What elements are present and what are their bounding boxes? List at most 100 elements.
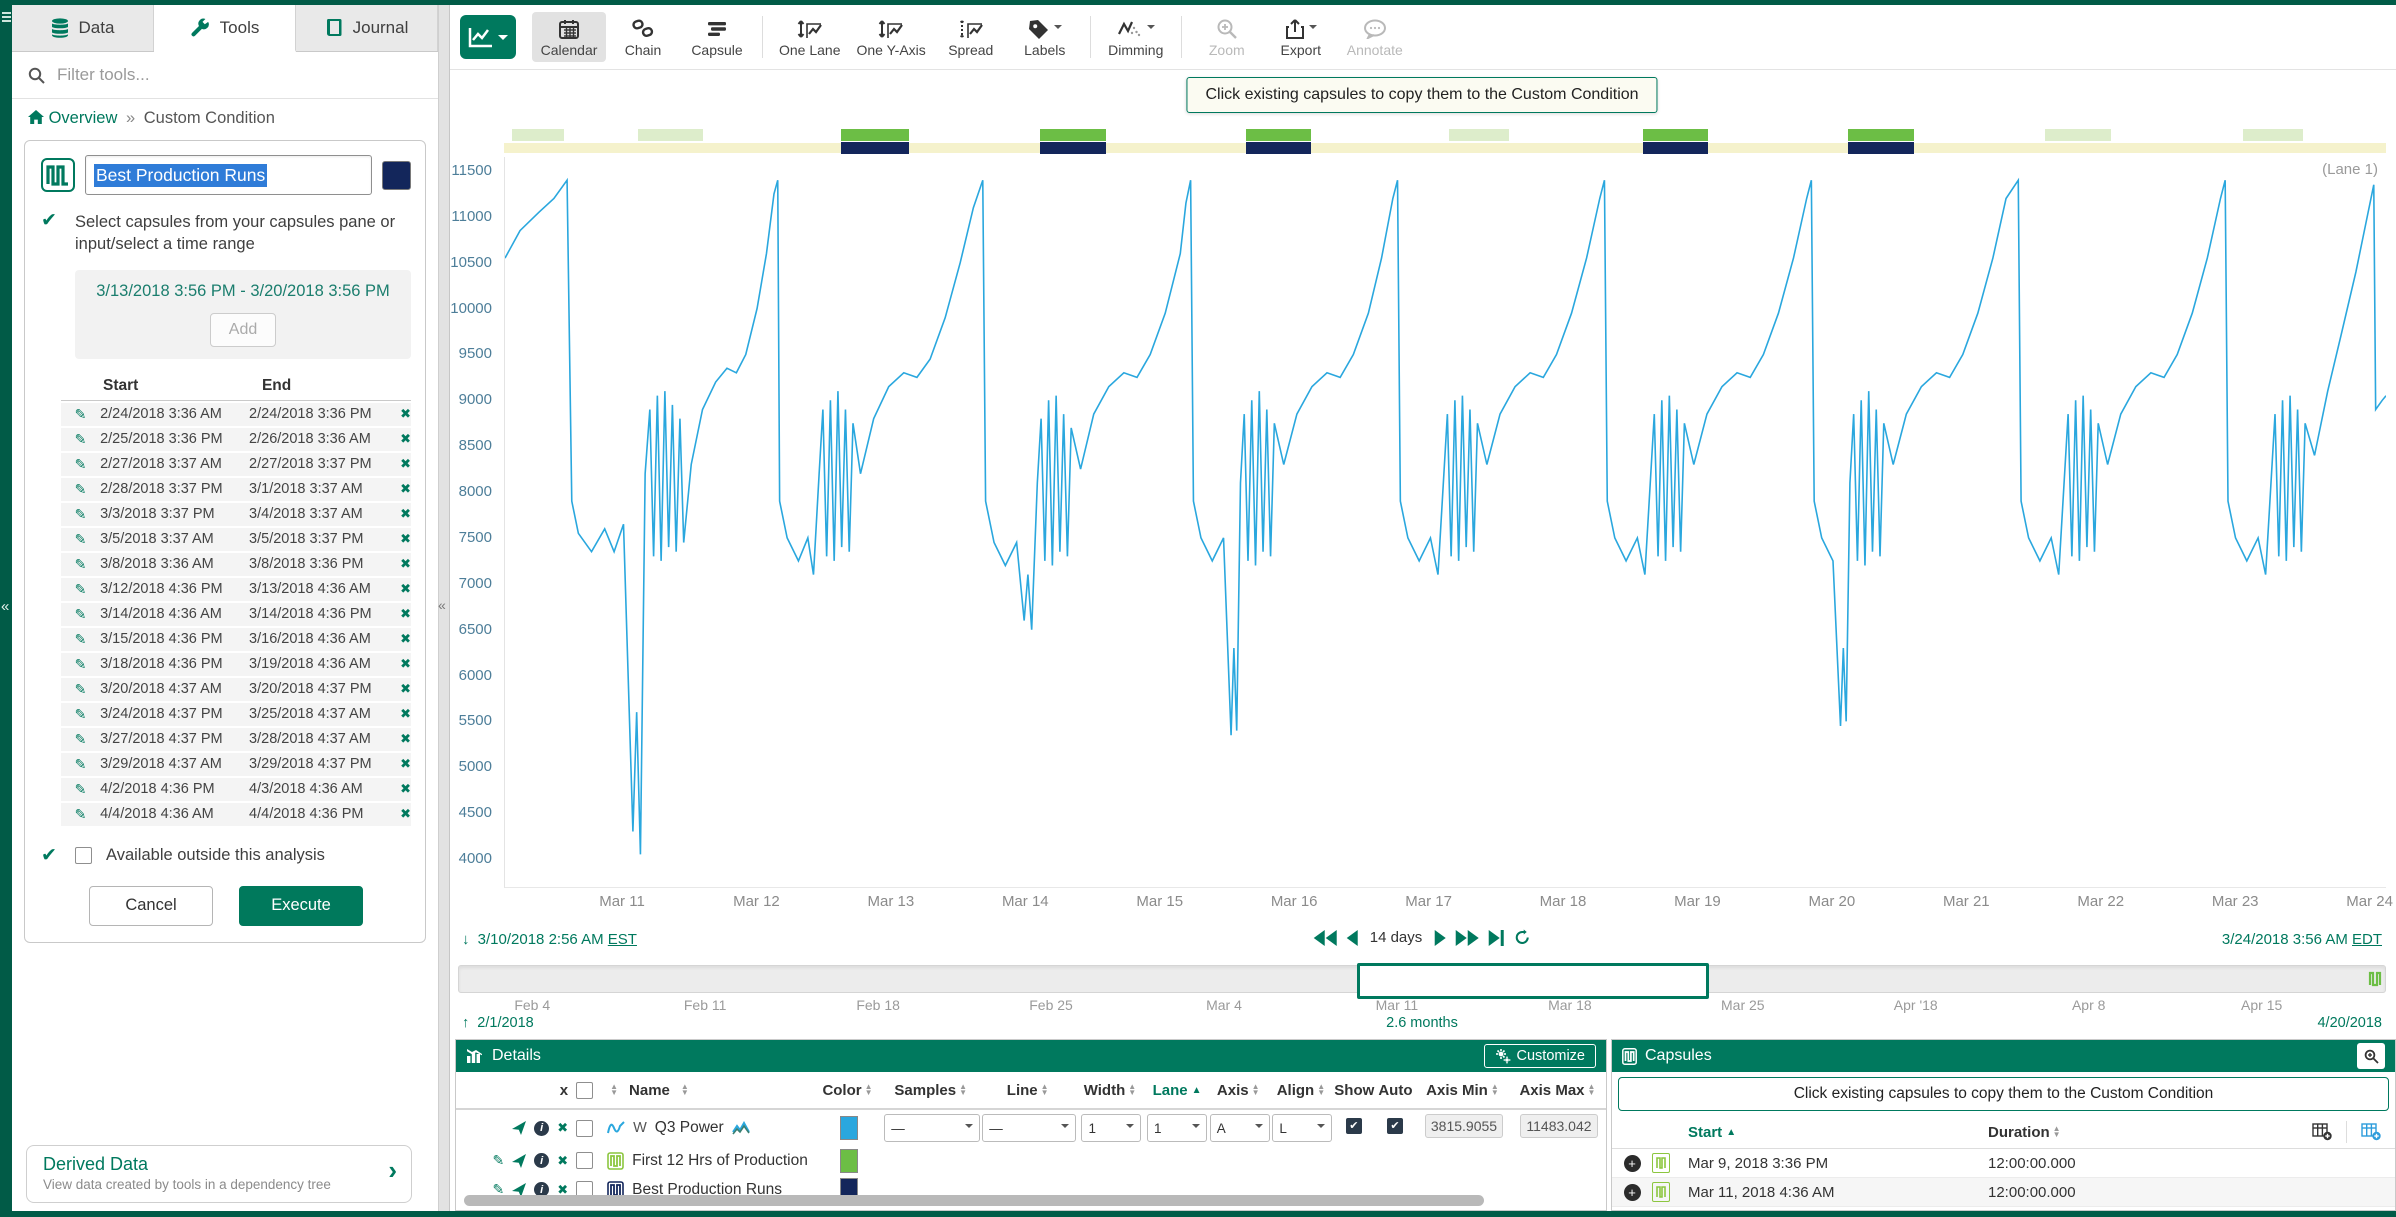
scrubber-selection-window[interactable] (1357, 963, 1710, 999)
edit-icon[interactable]: ✎ (61, 531, 100, 548)
remove-item-icon[interactable]: ✖ (557, 1153, 568, 1169)
edit-icon[interactable]: ✎ (492, 1152, 504, 1169)
delete-icon[interactable]: ✖ (389, 631, 411, 647)
column-width[interactable]: Width (1084, 1082, 1126, 1099)
capsule-segment-best[interactable] (1643, 129, 1709, 141)
edit-icon[interactable]: ✎ (61, 606, 100, 623)
investigate-duration[interactable]: 2.6 months (1386, 1015, 1458, 1031)
capsule-segment-dimmed[interactable] (638, 129, 704, 141)
execute-button[interactable]: Execute (239, 886, 363, 926)
edit-icon[interactable]: ✎ (61, 631, 100, 648)
toolbar-capsule[interactable]: Capsule (680, 12, 754, 62)
add-stat-column-icon[interactable] (2361, 1123, 2381, 1141)
edit-icon[interactable]: ✎ (61, 806, 100, 823)
column-name[interactable]: Name (629, 1082, 670, 1099)
toolbar-one-lane[interactable]: One Lane (771, 12, 849, 62)
info-icon[interactable]: i (534, 1153, 549, 1168)
sort-icon[interactable]: ▲▼ (1491, 1084, 1499, 1096)
delete-icon[interactable]: ✖ (389, 431, 411, 447)
range-start[interactable]: 3/13/2018 3:56 PM (96, 282, 235, 300)
tab-data[interactable]: Data (12, 5, 154, 51)
delete-icon[interactable]: ✖ (389, 606, 411, 622)
condition-name-input[interactable]: Best Production Runs (85, 155, 372, 195)
row-checkbox[interactable] (576, 1152, 593, 1169)
lane-select[interactable]: 1 (1147, 1114, 1207, 1142)
delete-icon[interactable]: ✖ (389, 481, 411, 497)
q3-power-trend-line[interactable] (505, 180, 2386, 854)
refresh-icon[interactable] (1513, 929, 1530, 946)
capsule-segment-custom-condition[interactable] (1246, 142, 1312, 154)
details-row-q3-power[interactable]: i ✖ W Q3 Power — — 1 1 A L (456, 1110, 1606, 1146)
show-checkbox[interactable] (1346, 1118, 1362, 1134)
step-back-half-icon[interactable] (1347, 930, 1358, 946)
breadcrumb-overview-link[interactable]: Overview (49, 109, 118, 127)
sort-icon[interactable]: ▲▼ (1588, 1084, 1596, 1096)
column-duration[interactable]: Duration (1988, 1124, 2050, 1141)
toolbar-one-y-axis[interactable]: One Y-Axis (849, 12, 934, 62)
line-select[interactable]: — (982, 1114, 1076, 1142)
add-capsule-icon[interactable]: + (1624, 1155, 1641, 1172)
sort-icon[interactable]: ▲▼ (1041, 1084, 1049, 1096)
cancel-button[interactable]: Cancel (89, 886, 213, 926)
pin-icon[interactable] (512, 1121, 526, 1135)
auto-checkbox[interactable] (1387, 1118, 1403, 1134)
sort-icon[interactable]: ▲▼ (2053, 1126, 2061, 1138)
capsule-segment-dimmed[interactable] (2045, 129, 2111, 141)
remove-item-icon[interactable]: ✖ (557, 1120, 568, 1136)
capsule-segment-dimmed[interactable] (1449, 129, 1509, 141)
scrubber-track[interactable] (458, 965, 2386, 993)
delete-icon[interactable]: ✖ (389, 681, 411, 697)
edit-icon[interactable]: ✎ (61, 506, 100, 523)
align-select[interactable]: L (1272, 1114, 1332, 1142)
edit-icon[interactable]: ✎ (61, 756, 100, 773)
row-checkbox[interactable] (576, 1120, 593, 1137)
edit-icon[interactable]: ✎ (61, 781, 100, 798)
hamburger-menu-icon[interactable] (2, 10, 11, 24)
axis-min-input[interactable]: 3815.9055 (1425, 1114, 1503, 1138)
capsule-segment-custom-condition[interactable] (1848, 142, 1914, 154)
column-show[interactable]: Show (1334, 1082, 1375, 1099)
toolbar-export[interactable]: Export (1264, 12, 1338, 62)
delete-icon[interactable]: ✖ (389, 556, 411, 572)
investigate-end[interactable]: 4/20/2018 (2317, 1015, 2382, 1031)
sidebar-resize-gutter[interactable]: « (438, 5, 450, 1211)
delete-icon[interactable]: ✖ (389, 806, 411, 822)
edit-icon[interactable]: ✎ (61, 581, 100, 598)
add-button[interactable]: Add (210, 313, 276, 347)
samples-select[interactable]: — (884, 1114, 980, 1142)
column-start[interactable]: Start (1688, 1124, 1722, 1141)
timezone-end[interactable]: EDT (2352, 931, 2382, 948)
column-axis-min[interactable]: Axis Min (1426, 1082, 1488, 1099)
info-icon[interactable]: i (534, 1121, 549, 1136)
sort-icon[interactable]: ▲▼ (865, 1084, 873, 1096)
trend-plot[interactable] (504, 157, 2386, 888)
pin-icon[interactable] (512, 1154, 526, 1168)
customize-button[interactable]: Customize (1484, 1044, 1597, 1068)
derived-data-card[interactable]: Derived Data View data created by tools … (26, 1145, 412, 1203)
color-swatch[interactable] (840, 1116, 858, 1140)
item-name[interactable]: First 12 Hrs of Production (632, 1152, 808, 1170)
timezone-start[interactable]: EST (608, 931, 637, 948)
sort-icon[interactable]: ▲▼ (681, 1084, 689, 1096)
edit-icon[interactable]: ✎ (61, 656, 100, 673)
axis-max-input[interactable]: 11483.042 (1520, 1114, 1597, 1138)
step-forward-half-icon[interactable] (1434, 930, 1445, 946)
toolbar-calendar[interactable]: Calendar (532, 12, 606, 62)
color-swatch[interactable] (840, 1149, 858, 1173)
edit-icon[interactable]: ✎ (61, 706, 100, 723)
display-range-end[interactable]: 3/24/2018 3:56 AM (2222, 931, 2348, 948)
available-outside-checkbox[interactable] (75, 847, 92, 864)
select-all-checkbox[interactable] (576, 1082, 593, 1099)
zoom-to-capsule-button[interactable] (2357, 1043, 2385, 1069)
details-row-first-12-hrs[interactable]: ✎ i ✖ First 12 Hrs of Production (456, 1146, 1606, 1175)
sort-icon[interactable]: ▲▼ (610, 1084, 618, 1096)
toolbar-spread[interactable]: Spread (934, 12, 1008, 62)
capsule-segment-best[interactable] (1848, 129, 1914, 141)
toolbar-dimming[interactable]: Dimming (1099, 12, 1173, 62)
custom-condition-bar[interactable] (504, 143, 2386, 153)
edit-icon[interactable]: ✎ (61, 681, 100, 698)
search-input[interactable] (55, 64, 422, 86)
sort-icon[interactable]: ▲▼ (1317, 1084, 1325, 1096)
delete-icon[interactable]: ✖ (389, 581, 411, 597)
step-to-end-icon[interactable] (1488, 930, 1503, 946)
